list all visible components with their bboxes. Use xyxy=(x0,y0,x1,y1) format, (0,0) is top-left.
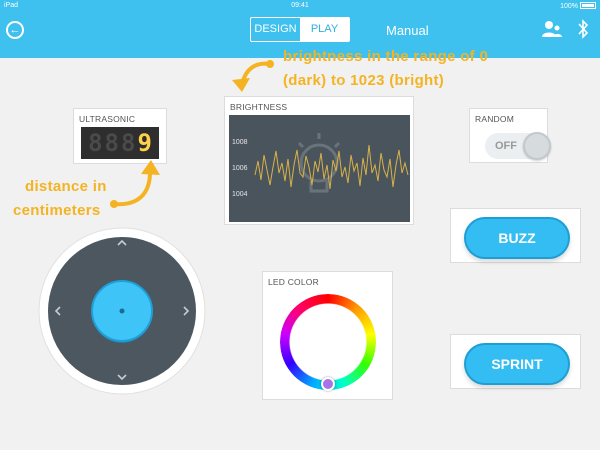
tick-label: 1004 xyxy=(232,191,248,198)
toggle-state: OFF xyxy=(495,140,517,152)
battery-icon xyxy=(580,2,596,9)
annotation-brightness-line1: brightness in the range of 0 xyxy=(283,48,489,65)
annotation-arrow-distance xyxy=(110,160,160,208)
display-digit: 8 xyxy=(121,129,136,157)
brightness-plot: 1008 1006 1004 xyxy=(232,133,409,198)
status-bar: iPad 09:41 100% xyxy=(0,0,600,12)
page-title: Manual xyxy=(386,23,429,38)
random-toggle[interactable]: OFF xyxy=(485,132,551,160)
battery-percent: 100% xyxy=(560,3,578,10)
sprint-button[interactable]: SPRINT xyxy=(464,343,570,385)
display-digit-value: 9 xyxy=(137,129,152,157)
ultrasonic-widget: ULTRASONIC 8 8 8 9 xyxy=(73,108,167,164)
annotation-distance-line2: centimeters xyxy=(13,202,101,219)
bluetooth-icon[interactable] xyxy=(577,19,589,39)
tick-label: 1006 xyxy=(232,165,248,172)
random-widget: RANDOM OFF xyxy=(469,108,551,163)
color-wheel[interactable] xyxy=(280,294,376,390)
buzz-widget: BUZZ xyxy=(450,208,581,263)
brightness-widget: BRIGHTNESS 1008 1006 1004 xyxy=(224,96,414,225)
display-digit: 8 xyxy=(104,129,119,157)
clock: 09:41 xyxy=(291,2,309,9)
battery-status: 100% xyxy=(560,2,596,10)
tick-labels: 1008 1006 1004 xyxy=(232,139,248,198)
random-label: RANDOM xyxy=(475,114,514,124)
brightness-label: BRIGHTNESS xyxy=(230,102,288,112)
buzz-button[interactable]: BUZZ xyxy=(464,217,570,259)
back-button[interactable]: ← xyxy=(6,21,24,39)
tab-design[interactable]: DESIGN xyxy=(251,18,300,41)
sprint-widget: SPRINT xyxy=(450,334,581,389)
color-wheel-handle[interactable] xyxy=(321,377,335,391)
display-digit: 8 xyxy=(88,129,103,157)
led-color-widget: LED COLOR xyxy=(262,271,393,400)
tab-play[interactable]: PLAY xyxy=(300,18,349,41)
toggle-knob[interactable] xyxy=(523,132,551,160)
mode-switch: DESIGN PLAY xyxy=(250,17,350,42)
joystick[interactable] xyxy=(38,227,206,395)
user-icon[interactable] xyxy=(542,20,562,38)
annotation-arrow-brightness xyxy=(232,60,274,92)
tick-label: 1008 xyxy=(232,139,248,146)
annotation-brightness-line2: (dark) to 1023 (bright) xyxy=(283,72,445,89)
led-color-label: LED COLOR xyxy=(268,277,319,287)
seven-segment-display: 8 8 8 9 xyxy=(81,127,159,159)
ultrasonic-label: ULTRASONIC xyxy=(79,114,136,124)
arrow-left-icon: ← xyxy=(9,24,21,36)
annotation-distance-line1: distance in xyxy=(25,178,107,195)
brightness-graph: 1008 1006 1004 xyxy=(229,115,410,222)
